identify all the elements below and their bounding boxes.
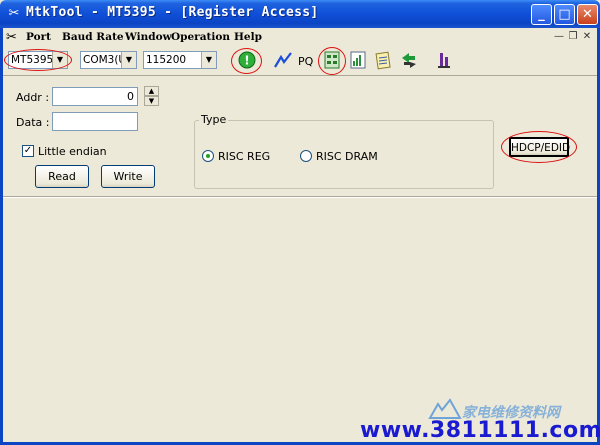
window-title: MtkTool - MT5395 - [Register Access] [26, 5, 319, 20]
chart-icon[interactable] [347, 50, 369, 72]
tool-icon[interactable] [433, 50, 455, 72]
menu-help[interactable]: Help [234, 31, 262, 43]
window-frame-left [0, 28, 3, 445]
menu-window[interactable]: Window [125, 31, 172, 43]
pq-label[interactable]: PQ [298, 55, 313, 68]
baud-select-value: 115200 [146, 54, 187, 66]
mtk-tool-icon: ✂ [8, 6, 20, 21]
port-select[interactable]: COM3(U ▼ [80, 51, 137, 69]
mdi-restore-icon[interactable]: ❐ [566, 30, 580, 44]
title-bar: ✂ MtkTool - MT5395 - [Register Access] _… [0, 0, 600, 28]
close-button[interactable]: ✕ [577, 4, 598, 25]
mdi-minimize-icon[interactable]: — [552, 30, 566, 44]
minimize-button[interactable]: _ [531, 4, 552, 25]
chevron-down-icon[interactable]: ▼ [121, 52, 136, 68]
risc-dram-radio[interactable] [300, 150, 312, 162]
port-select-value: COM3(U [83, 54, 127, 66]
addr-spinner[interactable]: ▲ ▼ [144, 86, 159, 106]
annotation-oval-connect [231, 48, 262, 74]
panel-divider-highlight [0, 197, 600, 198]
toolbar: MT5395 ▼ COM3(U ▼ 115200 ▼ ! PQ [0, 47, 600, 76]
waveform-icon[interactable] [272, 50, 294, 72]
risc-reg-radio[interactable] [202, 150, 214, 162]
menu-bar: ✂ Port Baud Rate Window Operation Help —… [0, 28, 600, 48]
transfer-icon[interactable] [398, 50, 420, 72]
mdi-document-icon: ✂ [6, 30, 17, 45]
maximize-button[interactable]: □ [554, 4, 575, 25]
menu-operation[interactable]: Operation [171, 31, 230, 43]
spin-up-icon[interactable]: ▲ [144, 86, 159, 96]
menu-port[interactable]: Port [26, 31, 51, 43]
little-endian-checkbox[interactable]: ✓ [22, 145, 34, 157]
addr-input[interactable]: 0 [52, 87, 138, 106]
addr-label: Addr : [16, 91, 50, 104]
baud-select[interactable]: 115200 ▼ [143, 51, 217, 69]
spin-down-icon[interactable]: ▼ [144, 96, 159, 106]
menu-baud-rate[interactable]: Baud Rate [62, 31, 124, 43]
notes-icon[interactable] [372, 50, 394, 72]
chevron-down-icon[interactable]: ▼ [201, 52, 216, 68]
read-button[interactable]: Read [35, 165, 89, 188]
annotation-oval-register [318, 47, 346, 75]
annotation-oval-chip [4, 49, 72, 71]
risc-dram-label[interactable]: RISC DRAM [316, 150, 378, 163]
data-label: Data : [16, 116, 50, 129]
write-button[interactable]: Write [101, 165, 155, 188]
risc-reg-label[interactable]: RISC REG [218, 150, 270, 163]
mdi-close-icon[interactable]: ✕ [580, 30, 594, 44]
little-endian-label[interactable]: Little endian [38, 145, 107, 158]
type-group-title: Type [199, 113, 229, 126]
annotation-oval-hdcp [501, 131, 577, 163]
data-input[interactable] [52, 112, 138, 131]
watermark-url: www.3811111.com [360, 418, 600, 443]
